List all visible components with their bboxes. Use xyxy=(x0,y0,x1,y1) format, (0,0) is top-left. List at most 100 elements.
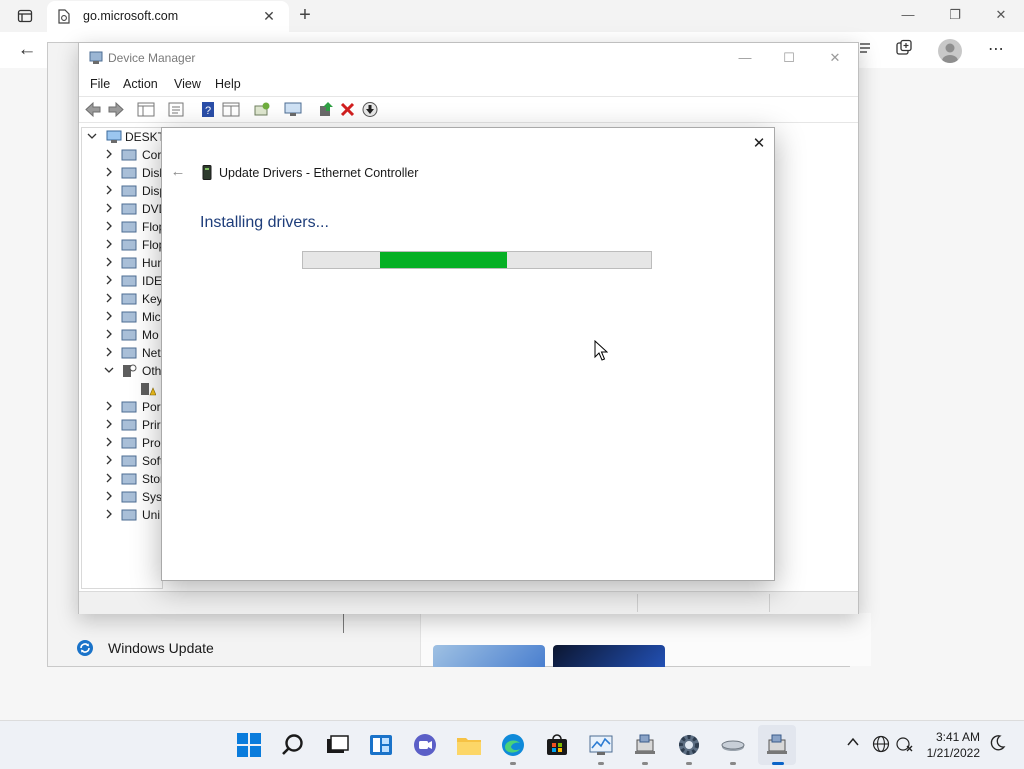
tree-item[interactable]: Pro xyxy=(82,434,162,452)
tree-item[interactable]: Hun xyxy=(82,254,162,272)
dialog-back-button[interactable]: ← xyxy=(169,163,187,181)
language-globe-icon[interactable] xyxy=(872,735,890,753)
show-hidden-icons-chevron[interactable] xyxy=(845,735,861,751)
browser-tab[interactable]: go.microsoft.com ✕ xyxy=(47,1,289,32)
tree-item[interactable]: Disp xyxy=(82,182,162,200)
uninstall-device-icon[interactable] xyxy=(339,101,357,118)
chevron-right-icon[interactable] xyxy=(104,437,114,449)
chevron-right-icon[interactable] xyxy=(104,293,114,305)
tab-close-icon[interactable]: ✕ xyxy=(261,8,277,24)
settings-gear-icon[interactable] xyxy=(675,731,703,759)
collections-icon[interactable] xyxy=(893,39,915,61)
network-device-icon[interactable] xyxy=(719,731,747,759)
help-icon[interactable]: ? xyxy=(199,101,217,118)
dm-close-button[interactable]: ✕ xyxy=(824,48,846,68)
chevron-right-icon[interactable] xyxy=(104,347,114,359)
tab-actions-icon[interactable] xyxy=(10,6,38,26)
tree-item[interactable]: DVD xyxy=(82,200,162,218)
device-manager-taskbar-icon[interactable] xyxy=(763,731,791,759)
tree-item[interactable]: Flop xyxy=(82,218,162,236)
browser-close-button[interactable]: ✕ xyxy=(978,3,1024,27)
store-icon[interactable] xyxy=(543,731,571,759)
tree-root[interactable]: DESKTC xyxy=(82,128,162,146)
start-button-icon[interactable] xyxy=(235,731,263,759)
tree-item-label: Oth xyxy=(142,364,162,378)
dm-maximize-button[interactable]: ☐ xyxy=(778,48,800,68)
chevron-right-icon[interactable] xyxy=(104,221,114,233)
chevron-right-icon[interactable] xyxy=(104,185,114,197)
tree-item[interactable]: Mic xyxy=(82,308,162,326)
tree-item[interactable]: Prir xyxy=(82,416,162,434)
device-installer-icon[interactable] xyxy=(631,731,659,759)
file-explorer-icon[interactable] xyxy=(455,731,483,759)
new-tab-button[interactable]: + xyxy=(294,5,316,27)
tree-item[interactable]: Uni xyxy=(82,506,162,524)
search-icon[interactable] xyxy=(279,731,307,759)
edge-browser-icon[interactable] xyxy=(499,731,527,759)
view-icon[interactable] xyxy=(222,101,240,118)
device-manager-titlebar[interactable]: Device Manager — ☐ ✕ xyxy=(79,43,858,73)
clock-date[interactable]: 1/21/2022 xyxy=(918,746,980,760)
browser-minimize-button[interactable]: — xyxy=(885,3,931,27)
tree-item[interactable]: Net xyxy=(82,344,162,362)
menu-help[interactable]: Help xyxy=(215,77,241,91)
chevron-right-icon[interactable] xyxy=(104,509,114,521)
properties-icon[interactable] xyxy=(167,101,185,118)
chevron-right-icon[interactable] xyxy=(104,401,114,413)
chevron-right-icon[interactable] xyxy=(104,167,114,179)
tree-item[interactable]: Disk xyxy=(82,164,162,182)
performance-monitor-icon[interactable] xyxy=(587,731,615,759)
clock-time[interactable]: 3:41 AM xyxy=(918,730,980,744)
tree-item[interactable]: Syst xyxy=(82,488,162,506)
notification-moon-icon[interactable] xyxy=(988,734,1006,752)
chevron-right-icon[interactable] xyxy=(104,473,114,485)
scan-hardware-changes-icon[interactable] xyxy=(253,101,271,118)
dm-minimize-button[interactable]: — xyxy=(734,48,756,68)
more-options-icon[interactable]: ⋯ xyxy=(985,39,1007,61)
monitor-icon[interactable] xyxy=(284,101,302,118)
chevron-down-icon[interactable] xyxy=(104,365,114,377)
usb-controller-icon xyxy=(121,508,137,522)
chevron-down-icon[interactable] xyxy=(87,131,97,143)
chevron-right-icon[interactable] xyxy=(104,275,114,287)
network-disconnected-icon[interactable] xyxy=(896,735,914,753)
chevron-right-icon[interactable] xyxy=(104,149,114,161)
tree-item[interactable]: Por xyxy=(82,398,162,416)
tree-item[interactable]: Oth xyxy=(82,362,162,380)
menu-view[interactable]: View xyxy=(174,77,201,91)
widgets-icon[interactable] xyxy=(367,731,395,759)
show-hide-console-tree-icon[interactable] xyxy=(137,101,155,118)
tree-item[interactable]: Key xyxy=(82,290,162,308)
chevron-right-icon[interactable] xyxy=(104,203,114,215)
browser-restore-button[interactable]: ❐ xyxy=(932,3,978,27)
back-arrow-icon[interactable] xyxy=(84,101,102,118)
dialog-close-button[interactable]: ✕ xyxy=(749,134,769,154)
disable-device-icon[interactable] xyxy=(361,101,379,118)
menu-file[interactable]: File xyxy=(90,77,110,91)
back-button[interactable]: ← xyxy=(14,38,40,64)
forward-arrow-icon[interactable] xyxy=(107,101,125,118)
theme-thumbnail-dark[interactable] xyxy=(553,645,665,667)
chevron-right-icon[interactable] xyxy=(104,455,114,467)
chevron-right-icon[interactable] xyxy=(104,311,114,323)
tree-item[interactable]: Soft xyxy=(82,452,162,470)
tree-item[interactable] xyxy=(82,380,162,398)
chevron-right-icon[interactable] xyxy=(104,491,114,503)
tree-item[interactable]: Stor xyxy=(82,470,162,488)
profile-avatar[interactable] xyxy=(938,39,962,63)
tree-item[interactable]: Mo xyxy=(82,326,162,344)
chevron-right-icon[interactable] xyxy=(104,329,114,341)
chevron-right-icon[interactable] xyxy=(104,257,114,269)
task-view-icon[interactable] xyxy=(323,731,351,759)
chevron-right-icon[interactable] xyxy=(104,239,114,251)
chevron-right-icon[interactable] xyxy=(104,419,114,431)
tree-item[interactable]: IDE xyxy=(82,272,162,290)
mouse-cursor xyxy=(594,339,609,361)
chat-icon[interactable] xyxy=(411,731,439,759)
theme-thumbnail-light[interactable] xyxy=(433,645,545,667)
update-driver-icon[interactable] xyxy=(317,101,335,118)
tree-item[interactable]: Flop xyxy=(82,236,162,254)
tree-item[interactable]: Cor xyxy=(82,146,162,164)
install-progress-bar xyxy=(302,251,652,269)
menu-action[interactable]: Action xyxy=(123,77,158,91)
